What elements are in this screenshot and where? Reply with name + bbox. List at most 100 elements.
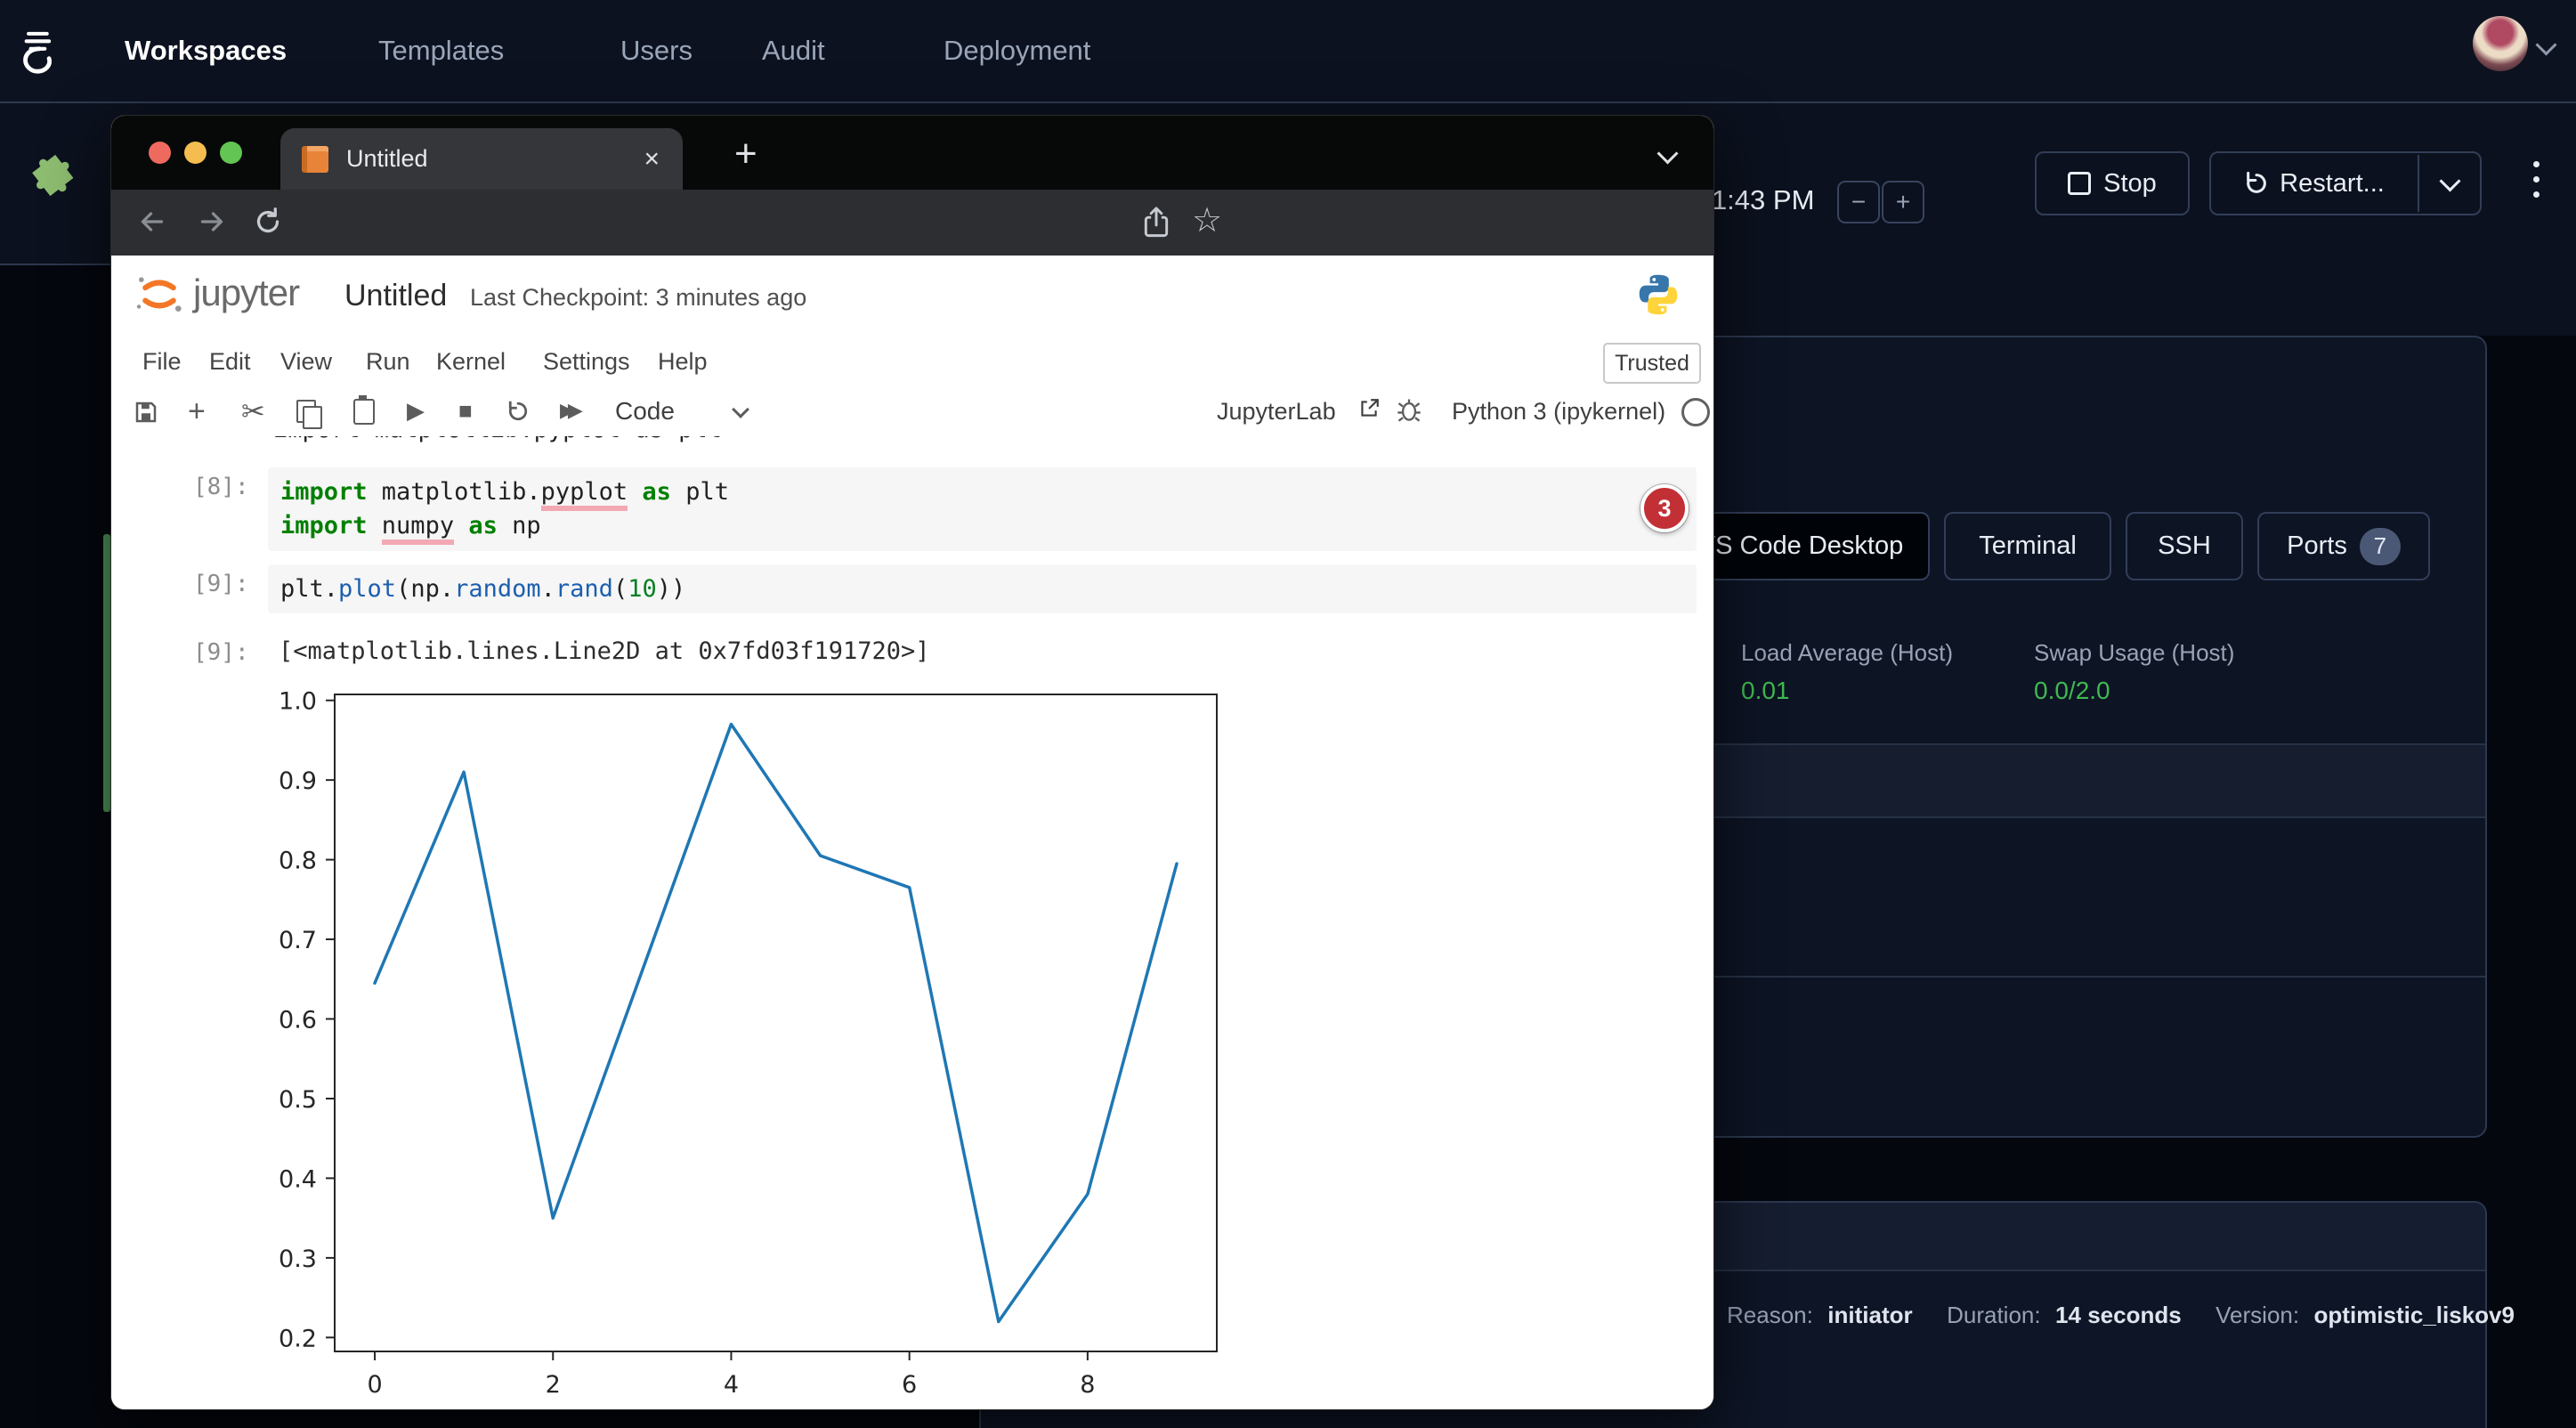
interrupt-kernel-icon[interactable]: ■ [458,397,473,425]
bookmark-star-icon[interactable]: ☆ [1192,200,1222,240]
forward-icon[interactable] [196,206,228,238]
coder-logo-icon[interactable] [12,24,64,76]
left-column-background [0,264,110,1428]
cell-type-dropdown[interactable]: Code [615,397,675,426]
svg-text:0.9: 0.9 [279,767,317,795]
svg-text:0: 0 [367,1371,382,1399]
cell-type-chevron-icon[interactable] [734,403,747,420]
code-cell[interactable]: import matplotlib.pyplot as plt import n… [268,467,1697,551]
restart-label: Restart... [2280,169,2385,199]
menu-edit[interactable]: Edit [209,337,251,385]
swap-usage-label: Swap Usage (Host) [2034,639,2234,667]
tab-title: Untitled [346,145,644,173]
svg-text:4: 4 [724,1371,739,1399]
restart-kernel-icon[interactable] [505,398,531,425]
svg-text:0.7: 0.7 [279,927,317,954]
top-navbar: Workspaces Templates Users Audit Deploym… [0,0,2576,103]
menu-settings[interactable]: Settings [543,337,630,385]
ports-button[interactable]: Ports 7 [2257,512,2430,580]
share-icon[interactable] [1140,206,1172,239]
debugger-bug-icon[interactable] [1397,396,1422,423]
nav-templates[interactable]: Templates [378,0,504,101]
build-meta-line: Reason: initiator Duration: 14 seconds V… [1727,1302,2515,1329]
menu-file[interactable]: File [142,337,182,385]
checkpoint-text: Last Checkpoint: 3 minutes ago [470,284,806,312]
svg-text:0.6: 0.6 [279,1007,317,1034]
svg-text:1.0: 1.0 [279,688,317,716]
nav-users[interactable]: Users [620,0,693,101]
minimize-window-button[interactable] [184,142,207,164]
paste-cell-icon[interactable] [353,399,375,425]
output-prompt: [9]: [193,639,249,666]
menu-kernel[interactable]: Kernel [436,337,506,385]
chevron-down-icon[interactable] [2539,37,2554,57]
svg-text:0.4: 0.4 [279,1165,317,1193]
trusted-button[interactable]: Trusted [1603,343,1701,384]
duration-value: 14 seconds [2055,1302,2182,1328]
menu-help[interactable]: Help [658,337,708,385]
load-average-label: Load Average (Host) [1741,639,1953,667]
external-link-icon[interactable] [1357,397,1381,420]
run-cell-icon[interactable]: ▶ [407,397,425,425]
reload-icon[interactable] [252,206,284,238]
jupyter-brand: jupyter [193,272,299,314]
jupyterlab-link[interactable]: JupyterLab [1217,398,1336,426]
autostop-time: 11:43 PM [1698,184,1814,216]
browser-toolbar: 5555--main--test--matifali.atif.cdr.dev … [111,190,1713,256]
browser-tab[interactable]: Untitled × [280,128,683,190]
stop-workspace-button[interactable]: Stop [2035,151,2190,215]
kernel-status-icon [1681,398,1710,426]
maximize-window-button[interactable] [220,142,242,164]
copy-cell-icon[interactable] [296,400,316,423]
stop-square-icon [2068,172,2091,195]
svg-text:0.3: 0.3 [279,1245,317,1273]
nav-deployment[interactable]: Deployment [944,0,1090,101]
new-tab-button[interactable]: + [734,132,757,176]
notification-badge[interactable]: 3 [1640,484,1689,532]
restart-options-chevron[interactable] [2419,179,2480,189]
menu-view[interactable]: View [280,337,332,385]
code-cell[interactable]: plt.plot(np.random.rand(10)) [268,564,1697,613]
svg-text:0.5: 0.5 [279,1086,317,1114]
tab-search-chevron-icon[interactable] [1660,146,1675,166]
tab-close-icon[interactable]: × [644,144,660,174]
nav-workspaces[interactable]: Workspaces [125,0,287,101]
jupyter-header: jupyter Untitled Last Checkpoint: 3 minu… [111,256,1713,339]
version-label: Version: [2216,1302,2299,1328]
restart-workspace-split-button[interactable]: Restart... [2209,151,2482,215]
cut-cell-icon[interactable]: ✂ [241,394,265,428]
svg-text:2: 2 [546,1371,561,1399]
chart: 0.20.30.40.50.60.70.80.91.002468 [251,686,1248,1399]
swap-usage-value: 0.0/2.0 [2034,677,2110,705]
svg-text:8: 8 [1080,1371,1095,1399]
browser-window: Untitled × + [110,115,1714,1410]
reason-value: initiator [1827,1302,1912,1328]
terminal-button[interactable]: Terminal [1944,512,2111,580]
add-cell-icon[interactable]: + [188,394,206,429]
decrease-time-button[interactable]: − [1837,181,1880,223]
duration-label: Duration: [1947,1302,2041,1328]
jupyter-logo-icon [134,270,184,320]
notebook-favicon-icon [302,146,328,173]
menu-run[interactable]: Run [366,337,410,385]
reason-label: Reason: [1727,1302,1813,1328]
version-value: optimistic_liskov9 [2314,1302,2515,1328]
jupyter-menubar: File Edit View Run Kernel Settings Help … [111,337,1713,389]
nav-audit[interactable]: Audit [762,0,825,101]
kernel-name[interactable]: Python 3 (ipykernel) [1452,398,1665,426]
increase-time-button[interactable]: + [1882,181,1924,223]
run-all-icon[interactable]: ▶▶ [560,399,576,422]
ssh-button[interactable]: SSH [2126,512,2243,580]
notebook-area: import matplotlib.pyplot as plt [8]: imp… [111,436,1713,1409]
user-avatar[interactable] [2473,16,2528,71]
notebook-title[interactable]: Untitled [344,279,447,313]
output-text: [<matplotlib.lines.Line2D at 0x7fd03f191… [279,637,930,665]
cell9-prompt: [9]: [193,571,249,597]
save-icon[interactable] [133,399,159,426]
back-icon[interactable] [136,206,168,238]
close-window-button[interactable] [149,142,171,164]
workspace-kebab-menu[interactable] [2533,157,2540,202]
browser-tabstrip: Untitled × + [111,116,1713,190]
left-accent-bar [103,534,110,812]
clipped-cell-sliver: import matplotlib.pyplot as plt [273,436,772,448]
